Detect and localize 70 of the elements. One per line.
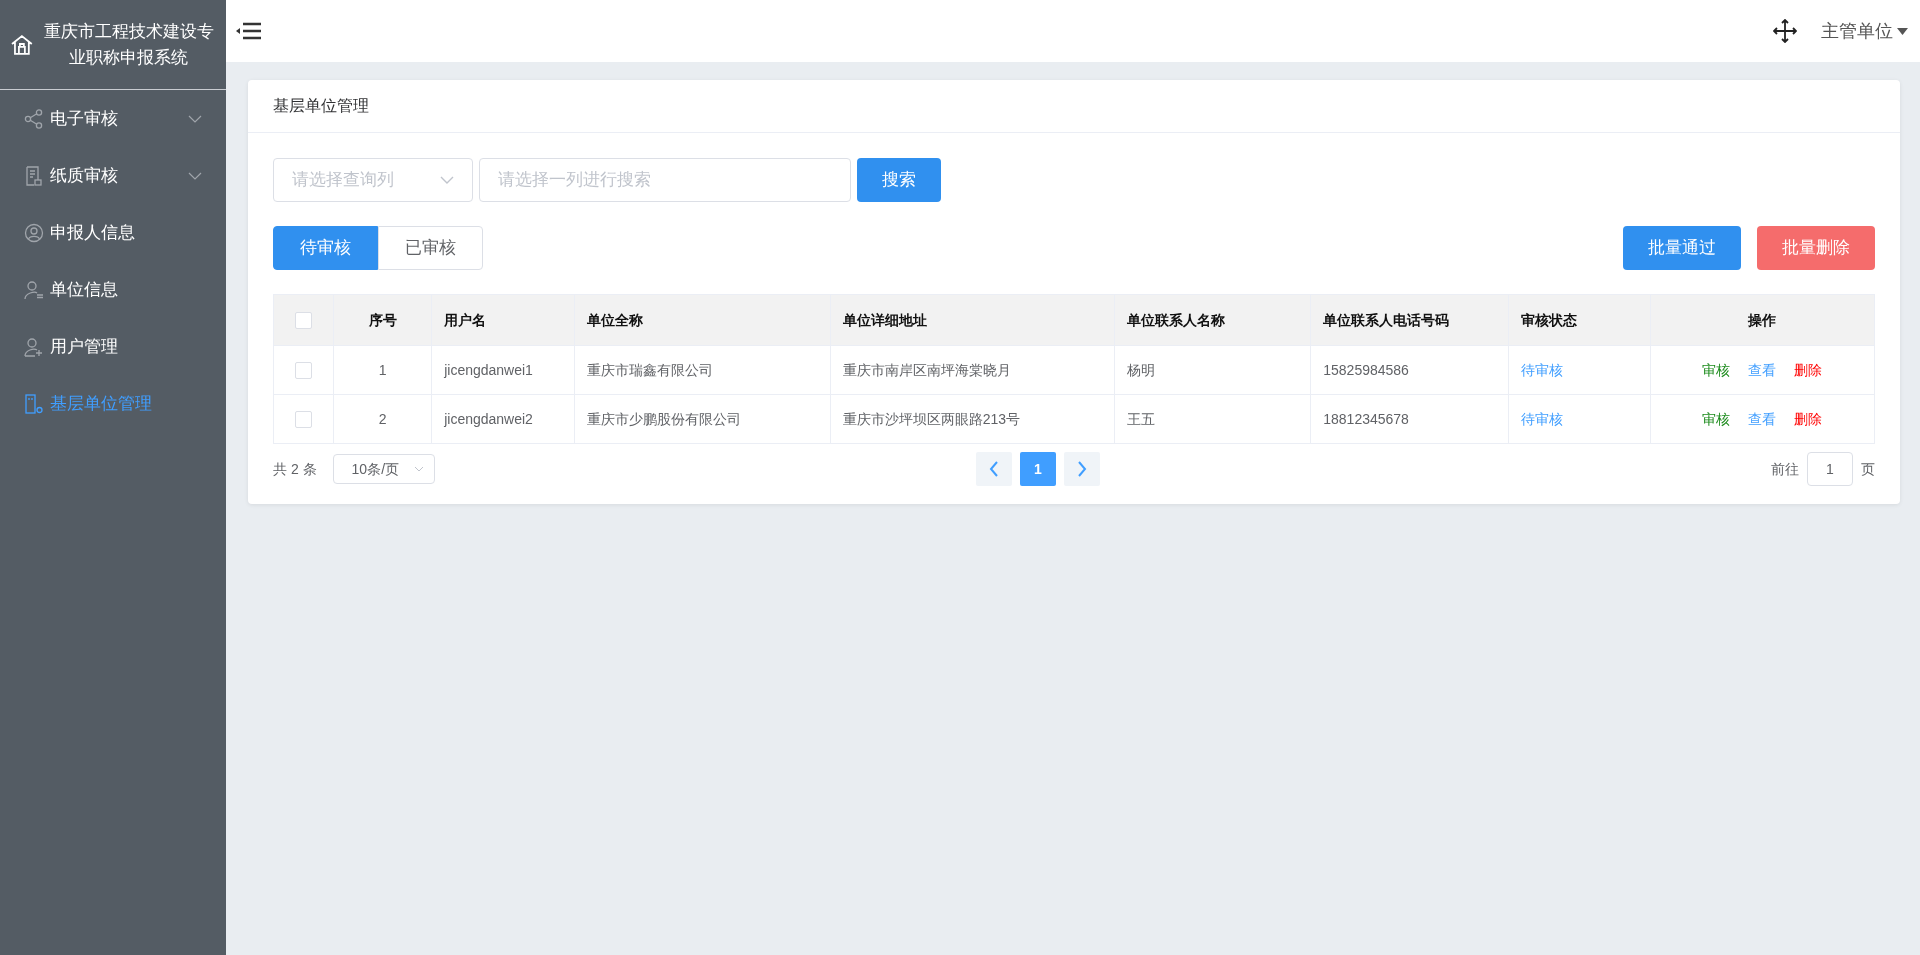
user-add-icon <box>24 336 44 357</box>
status-cell: 待审核 <box>1508 345 1651 395</box>
chevron-right-icon <box>1076 461 1087 477</box>
goto-label: 前往 <box>1771 459 1799 479</box>
sidebar-item[interactable]: 基层单位管理 <box>0 375 226 432</box>
user-menu[interactable]: 主管单位 <box>1821 17 1908 45</box>
sidebar-item[interactable]: 单位信息 <box>0 261 226 318</box>
batch-delete-button[interactable]: 批量删除 <box>1757 226 1875 270</box>
sidebar-item[interactable]: 用户管理 <box>0 318 226 375</box>
search-button[interactable]: 搜索 <box>857 158 941 202</box>
page-input[interactable]: 1 <box>1807 452 1853 486</box>
chevron-icon <box>188 114 202 123</box>
table-cell: 18812345678 <box>1310 394 1509 444</box>
status-cell: 待审核 <box>1508 394 1651 444</box>
page-suffix: 页 <box>1861 459 1875 479</box>
caret-icon <box>1897 27 1908 35</box>
table-cell: jicengdanwei2 <box>431 394 575 444</box>
search-field[interactable]: 请选择一列进行搜索 <box>479 158 851 202</box>
approve-link[interactable]: 审核 <box>1702 361 1731 378</box>
column-header: 用户名 <box>431 294 575 346</box>
column-header: 序号 <box>333 294 432 346</box>
sidebar-item[interactable]: 申报人信息 <box>0 204 226 261</box>
table-cell: 重庆市瑞鑫有限公司 <box>574 345 831 395</box>
home-icon <box>10 32 34 57</box>
column-header: 单位详细地址 <box>830 294 1115 346</box>
page-number[interactable]: 1 <box>1019 452 1056 486</box>
table-cell: 15825984586 <box>1310 345 1509 395</box>
column-header: 单位全称 <box>574 294 831 346</box>
user-circle-icon <box>24 222 44 243</box>
delete-link[interactable]: 删除 <box>1794 410 1823 427</box>
row-checkbox[interactable] <box>295 362 313 380</box>
chevron-down-icon <box>440 176 454 184</box>
next-page-button[interactable] <box>1063 452 1100 486</box>
table-cell: 1 <box>333 345 432 395</box>
chevron-icon <box>188 171 202 180</box>
chevron-down-icon <box>413 466 424 472</box>
column-header: 单位联系人电话号码 <box>1310 294 1509 346</box>
system-title: 重庆市工程技术建设专业职称申报系统 <box>42 20 215 69</box>
table-cell: 杨明 <box>1114 345 1311 395</box>
building-icon <box>24 393 44 414</box>
document-icon <box>24 165 44 186</box>
column-header: 审核状态 <box>1508 294 1651 346</box>
move-arrows-icon[interactable] <box>1773 19 1797 43</box>
view-link[interactable]: 查看 <box>1748 361 1777 378</box>
panel-title: 基层单位管理 <box>248 80 1900 133</box>
total-count: 共 2 条 <box>273 459 317 479</box>
approve-link[interactable]: 审核 <box>1702 410 1731 427</box>
filter-tab[interactable]: 已审核 <box>378 226 483 270</box>
chevron-left-icon <box>988 461 999 477</box>
delete-link[interactable]: 删除 <box>1794 361 1823 378</box>
column-header: 操作 <box>1650 294 1875 346</box>
row-checkbox[interactable] <box>295 411 313 429</box>
table-cell: 王五 <box>1114 394 1311 444</box>
table-cell: 2 <box>333 394 432 444</box>
sidebar-item[interactable]: 纸质审核 <box>0 147 226 204</box>
table-cell: 重庆市沙坪坝区两眼路213号 <box>830 394 1115 444</box>
view-link[interactable]: 查看 <box>1748 410 1777 427</box>
share-nodes-icon <box>24 108 44 129</box>
sidebar-item[interactable]: 电子审核 <box>0 90 226 147</box>
table-cell: 重庆市南岸区南坪海棠晓月 <box>830 345 1115 395</box>
collapse-menu-icon[interactable] <box>236 21 262 41</box>
filter-tab[interactable]: 待审核 <box>273 226 378 270</box>
column-header: 单位联系人名称 <box>1114 294 1311 346</box>
user-list-icon <box>24 279 44 300</box>
page-size-select[interactable]: 10条/页 <box>332 454 435 484</box>
table-cell: 重庆市少鹏股份有限公司 <box>574 394 831 444</box>
select-all-checkbox[interactable] <box>295 312 313 330</box>
previous-page-button[interactable] <box>975 452 1012 486</box>
table-cell: jicengdanwei1 <box>431 345 575 395</box>
batch-approve-button[interactable]: 批量通过 <box>1623 226 1741 270</box>
